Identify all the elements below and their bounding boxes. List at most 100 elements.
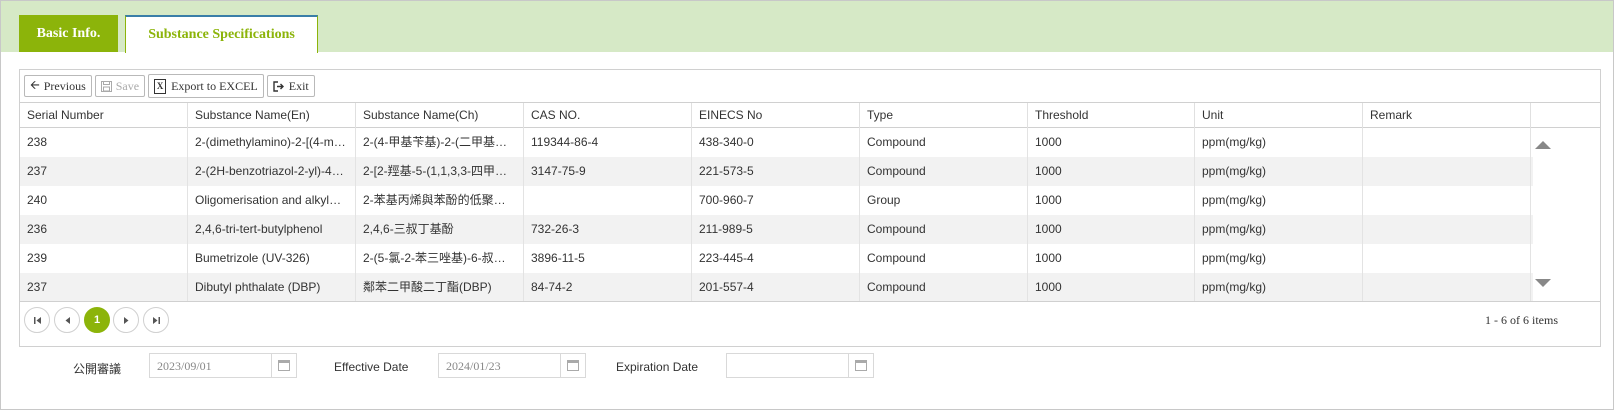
table-row[interactable]: 237 2-(2H-benzotriazol-2-yl)-4… 2-[2-羥基-… [20,157,1533,186]
page-frame: Basic Info. Substance Specifications 🡨 P… [0,0,1614,410]
cell-unit: ppm(mg/kg) [1195,215,1363,244]
column-header-threshold[interactable]: Threshold [1028,103,1195,128]
cell-type: Compound [860,157,1028,186]
cell-substance-name-ch: 2-(5-氯-2-苯三唑基)-6-叔… [356,244,524,273]
cell-unit: ppm(mg/kg) [1195,128,1363,157]
cell-remark [1363,157,1531,186]
cell-remark [1363,273,1531,302]
cell-remark [1363,215,1531,244]
cell-serial-number: 237 [20,157,188,186]
calendar-icon[interactable] [848,354,873,377]
cell-substance-name-ch: 2-(4-甲基苄基)-2-(二甲基… [356,128,524,157]
cell-cas-no [524,186,692,215]
cell-substance-name-en: 2-(dimethylamino)-2-[(4-m… [188,128,356,157]
cell-threshold: 1000 [1028,186,1195,215]
previous-page-icon [65,316,70,324]
cell-einecs-no: 438-340-0 [692,128,860,157]
table-row[interactable]: 238 2-(dimethylamino)-2-[(4-m… 2-(4-甲基苄基… [20,128,1533,157]
tab-bar: Basic Info. Substance Specifications [1,1,1613,53]
cell-threshold: 1000 [1028,215,1195,244]
tab-substance-specifications[interactable]: Substance Specifications [125,15,318,53]
first-page-button[interactable] [24,307,50,333]
grid-header: Serial Number Substance Name(En) Substan… [20,102,1600,128]
cell-remark [1363,128,1531,157]
cell-einecs-no: 223-445-4 [692,244,860,273]
arrow-left-icon: 🡨 [30,77,40,92]
floppy-disk-icon [100,80,112,92]
grid-toolbar: 🡨 Previous Save X Export to EXCEL Exit [24,74,315,99]
cell-cas-no: 3896-11-5 [524,244,692,273]
calendar-icon[interactable] [560,354,585,377]
cell-cas-no: 84-74-2 [524,273,692,302]
cell-substance-name-ch: 2-[2-羥基-5-(1,1,3,3-四甲… [356,157,524,186]
cell-einecs-no: 700-960-7 [692,186,860,215]
column-header-substance-name-ch[interactable]: Substance Name(Ch) [356,103,524,128]
column-header-cas-no[interactable]: CAS NO. [524,103,692,128]
cell-substance-name-ch: 鄰苯二甲酸二丁酯(DBP) [356,273,524,302]
public-review-date-field[interactable]: 2023/09/01 [149,353,297,378]
cell-substance-name-ch: 2,4,6-三叔丁基酚 [356,215,524,244]
pager: 1 1 - 6 of 6 items [20,301,1600,346]
cell-remark [1363,186,1531,215]
first-page-icon [33,316,41,324]
expiration-date-field[interactable] [726,353,874,378]
save-button[interactable]: Save [94,75,146,97]
cell-cas-no: 3147-75-9 [524,157,692,186]
cell-substance-name-ch: 2-苯基丙烯與苯酚的低聚… [356,186,524,215]
column-header-einecs-no[interactable]: EINECS No [692,103,860,128]
column-header-remark[interactable]: Remark [1363,103,1531,128]
column-header-scroll-spacer [1531,103,1583,128]
cell-unit: ppm(mg/kg) [1195,244,1363,273]
cell-cas-no: 732-26-3 [524,215,692,244]
column-header-serial-number[interactable]: Serial Number [20,103,188,128]
table-row[interactable]: 237 Dibutyl phthalate (DBP) 鄰苯二甲酸二丁酯(DBP… [20,273,1533,302]
cell-threshold: 1000 [1028,273,1195,302]
last-page-icon [152,316,160,324]
public-review-date-value: 2023/09/01 [157,359,212,373]
expiration-date-label: Expiration Date [616,360,699,374]
scroll-down-arrow-icon[interactable] [1535,279,1551,287]
grid-body: 238 2-(dimethylamino)-2-[(4-m… 2-(4-甲基苄基… [20,128,1533,302]
cell-einecs-no: 221-573-5 [692,157,860,186]
date-fields: 公開審議 2023/09/01 Effective Date 2024/01/2… [1,353,1001,379]
cell-unit: ppm(mg/kg) [1195,157,1363,186]
cell-substance-name-en: 2-(2H-benzotriazol-2-yl)-4… [188,157,356,186]
public-review-label: 公開審議 [73,362,122,376]
cell-threshold: 1000 [1028,157,1195,186]
grid-panel: 🡨 Previous Save X Export to EXCEL Exit S… [19,69,1601,347]
next-page-button[interactable] [113,307,139,333]
last-page-button[interactable] [143,307,169,333]
effective-date-field[interactable]: 2024/01/23 [438,353,586,378]
cell-unit: ppm(mg/kg) [1195,273,1363,302]
cell-einecs-no: 211-989-5 [692,215,860,244]
cell-threshold: 1000 [1028,244,1195,273]
previous-button[interactable]: 🡨 Previous [24,75,92,97]
previous-page-button[interactable] [54,307,80,333]
effective-date-label: Effective Date [334,360,409,374]
effective-date-value: 2024/01/23 [446,359,501,373]
export-excel-button-label: Export to EXCEL [171,78,258,93]
exit-button[interactable]: Exit [266,75,315,97]
tab-basic-info[interactable]: Basic Info. [19,15,118,52]
calendar-icon[interactable] [271,354,296,377]
column-header-unit[interactable]: Unit [1195,103,1363,128]
export-excel-button[interactable]: X Export to EXCEL [148,74,264,98]
exit-button-label: Exit [288,78,309,93]
cell-substance-name-en: 2,4,6-tri-tert-butylphenol [188,215,356,244]
table-row[interactable]: 236 2,4,6-tri-tert-butylphenol 2,4,6-三叔丁… [20,215,1533,244]
cell-type: Compound [860,215,1028,244]
column-header-type[interactable]: Type [860,103,1028,128]
cell-serial-number: 238 [20,128,188,157]
cell-einecs-no: 201-557-4 [692,273,860,302]
table-row[interactable]: 240 Oligomerisation and alkyl… 2-苯基丙烯與苯酚… [20,186,1533,215]
cell-threshold: 1000 [1028,128,1195,157]
cell-type: Compound [860,244,1028,273]
page-number-button[interactable]: 1 [84,307,110,333]
pager-info: 1 - 6 of 6 items [1485,313,1558,327]
cell-serial-number: 237 [20,273,188,302]
column-header-substance-name-en[interactable]: Substance Name(En) [188,103,356,128]
table-row[interactable]: 239 Bumetrizole (UV-326) 2-(5-氯-2-苯三唑基)-… [20,244,1533,273]
scroll-up-arrow-icon[interactable] [1535,141,1551,149]
cell-substance-name-en: Dibutyl phthalate (DBP) [188,273,356,302]
cell-type: Compound [860,273,1028,302]
